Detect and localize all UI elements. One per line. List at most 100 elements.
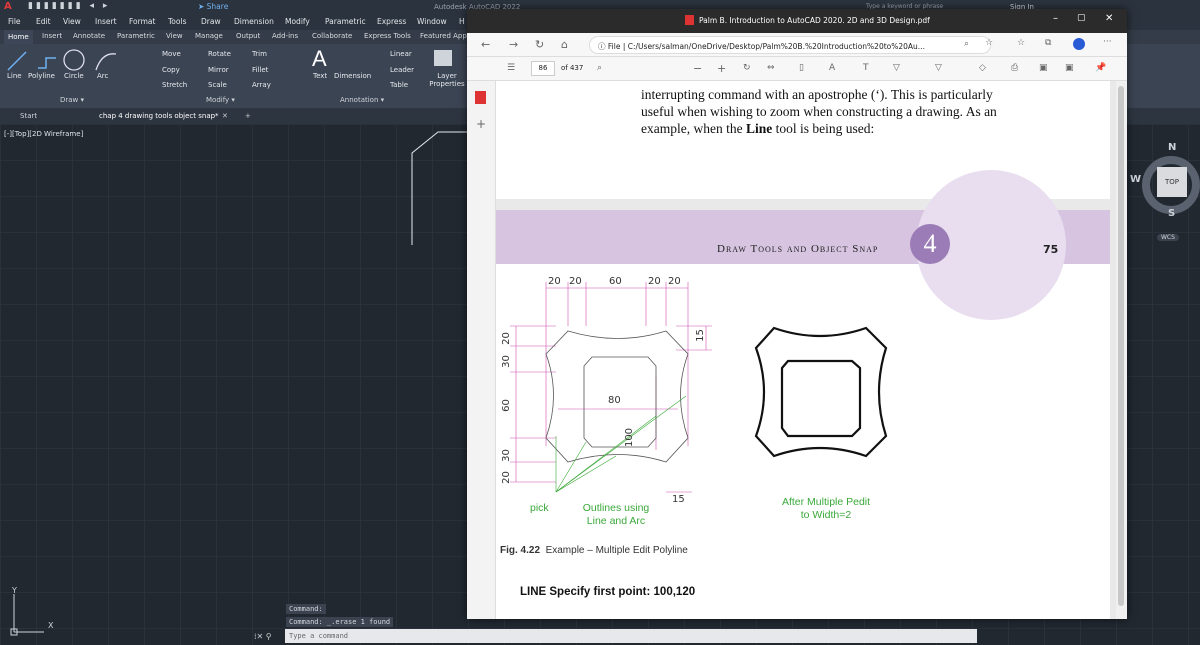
line-tool[interactable]: Line [7, 72, 22, 80]
viewcube-west[interactable]: W [1130, 174, 1141, 185]
tab-collaborate[interactable]: Collaborate [312, 32, 352, 40]
favorite-icon[interactable]: ☆ [985, 38, 993, 48]
more-icon[interactable]: ··· [1103, 37, 1112, 47]
pin-toolbar-icon[interactable]: 📌 [1095, 63, 1106, 73]
text-tool[interactable]: Text [313, 72, 327, 80]
tab-addins[interactable]: Add-ins [272, 32, 298, 40]
tab-annotate[interactable]: Annotate [73, 32, 105, 40]
pdf-tab-icon[interactable] [475, 91, 486, 104]
tab-featured-apps[interactable]: Featured App [420, 32, 467, 40]
tab-view[interactable]: View [166, 32, 183, 40]
tab-express-tools[interactable]: Express Tools [364, 32, 411, 40]
tab-manage[interactable]: Manage [195, 32, 223, 40]
find-icon[interactable]: ⌕ [597, 63, 602, 73]
menu-tools[interactable]: Tools [168, 17, 186, 26]
trim-tool[interactable]: Trim [252, 50, 267, 58]
share-button[interactable]: ➤ Share [198, 2, 228, 11]
refresh-icon[interactable]: ↻ [535, 38, 544, 51]
move-tool[interactable]: Move [162, 50, 181, 58]
viewcube-south[interactable]: S [1168, 208, 1175, 219]
menu-draw[interactable]: Draw [201, 17, 221, 26]
menu-file[interactable]: File [8, 17, 21, 26]
maximize-button[interactable]: ▢ [1077, 13, 1086, 23]
new-tab-icon[interactable]: + [245, 112, 251, 120]
forward-icon[interactable]: → [509, 38, 518, 51]
leader-tool[interactable]: Leader [390, 66, 414, 74]
scrollbar-thumb[interactable] [1118, 86, 1124, 606]
viewcube-top-face[interactable]: TOP [1157, 167, 1187, 197]
copy-tool[interactable]: Copy [162, 66, 180, 74]
dimension-tool[interactable]: Dimension [334, 72, 371, 80]
viewcube[interactable]: N TOP W S WCS [1130, 142, 1200, 242]
viewport-controls[interactable]: [-][Top][2D Wireframe] [4, 130, 83, 138]
menu-parametric[interactable]: Parametric [325, 17, 366, 26]
tab-output[interactable]: Output [236, 32, 260, 40]
draw-group-label[interactable]: Draw ▾ [60, 96, 84, 104]
viewcube-north[interactable]: N [1168, 142, 1176, 153]
minimize-button[interactable]: – [1053, 13, 1058, 24]
pdf-scrollbar[interactable] [1116, 81, 1127, 619]
zoom-icon[interactable]: ⌕ [964, 39, 969, 49]
autocad-logo-icon[interactable]: A [4, 1, 12, 12]
back-icon[interactable]: ← [481, 38, 490, 51]
zoom-out-icon[interactable]: − [693, 62, 702, 75]
text-icon[interactable]: A [312, 46, 327, 72]
pdf-document-area[interactable]: interrupting command with an apostrophe … [496, 81, 1116, 619]
menu-dimension[interactable]: Dimension [234, 17, 274, 26]
command-input[interactable]: Type a command [285, 629, 977, 643]
rotate-tool[interactable]: Rotate [208, 50, 231, 58]
drawing-tab[interactable]: chap 4 drawing tools object snap* [99, 112, 219, 120]
print-icon[interactable]: ⎙ [1011, 63, 1018, 73]
menu-window[interactable]: Window [417, 17, 447, 26]
rotate-icon[interactable]: ↻ [743, 63, 751, 73]
tab-parametric[interactable]: Parametric [117, 32, 155, 40]
wcs-menu[interactable]: WCS [1157, 234, 1179, 241]
menu-express[interactable]: Express [377, 17, 406, 26]
draw-icon[interactable]: ▽ [893, 63, 900, 73]
page-view-icon[interactable]: ▯ [799, 63, 804, 73]
page-number-field[interactable]: 86 [531, 61, 555, 76]
arc-tool[interactable]: Arc [97, 72, 108, 80]
highlight-icon[interactable]: ▽ [935, 63, 942, 73]
home-icon[interactable]: ⌂ [561, 38, 568, 51]
layer-icon[interactable] [434, 50, 452, 66]
collections-icon[interactable]: ⧉ [1045, 38, 1051, 48]
annotation-group-label[interactable]: Annotation ▾ [340, 96, 384, 104]
menu-insert[interactable]: Insert [95, 17, 117, 26]
tab-home[interactable]: Home [4, 30, 33, 44]
circle-tool[interactable]: Circle [64, 72, 84, 80]
save-icon[interactable]: ▣ [1039, 63, 1048, 73]
menu-help[interactable]: H [459, 17, 465, 26]
contents-icon[interactable]: ☰ [507, 63, 515, 73]
layer-properties-tool[interactable]: Layer Properties [427, 72, 467, 88]
zoom-in-icon[interactable]: + [717, 62, 726, 75]
erase-icon[interactable]: ◇ [979, 63, 986, 73]
fillet-tool[interactable]: Fillet [252, 66, 268, 74]
add-text-icon[interactable]: T [863, 63, 869, 73]
close-tab-icon[interactable]: ✕ [222, 112, 228, 120]
menu-view[interactable]: View [63, 17, 81, 26]
scale-tool[interactable]: Scale [208, 81, 227, 89]
array-tool[interactable]: Array [252, 81, 271, 89]
table-tool[interactable]: Table [390, 81, 408, 89]
polyline-tool[interactable]: Polyline [28, 72, 55, 80]
close-button[interactable]: ✕ [1105, 13, 1113, 24]
modify-group-label[interactable]: Modify ▾ [206, 96, 235, 104]
menu-format[interactable]: Format [129, 17, 155, 26]
start-tab[interactable]: Start [20, 112, 37, 120]
menu-modify[interactable]: Modify [285, 17, 310, 26]
quick-access-toolbar[interactable]: ▮▮▮▮▮▮▮ ◂ ▸ [28, 1, 110, 11]
url-field[interactable]: ⓘ File | C:/Users/salman/OneDrive/Deskto… [589, 36, 991, 54]
tab-insert[interactable]: Insert [42, 32, 62, 40]
menu-edit[interactable]: Edit [36, 17, 51, 26]
favorites-icon[interactable]: ☆ [1017, 38, 1025, 48]
mirror-tool[interactable]: Mirror [208, 66, 229, 74]
profile-icon[interactable] [1073, 38, 1085, 50]
read-aloud-icon[interactable]: A [829, 63, 835, 73]
command-close-icon[interactable]: ⁞✕ ⚲ [254, 632, 272, 641]
save-as-icon[interactable]: ▣ [1065, 63, 1074, 73]
add-tab-icon[interactable]: + [476, 117, 486, 131]
fit-page-icon[interactable]: ⇔ [767, 63, 775, 73]
linear-tool[interactable]: Linear [390, 50, 412, 58]
stretch-tool[interactable]: Stretch [162, 81, 187, 89]
